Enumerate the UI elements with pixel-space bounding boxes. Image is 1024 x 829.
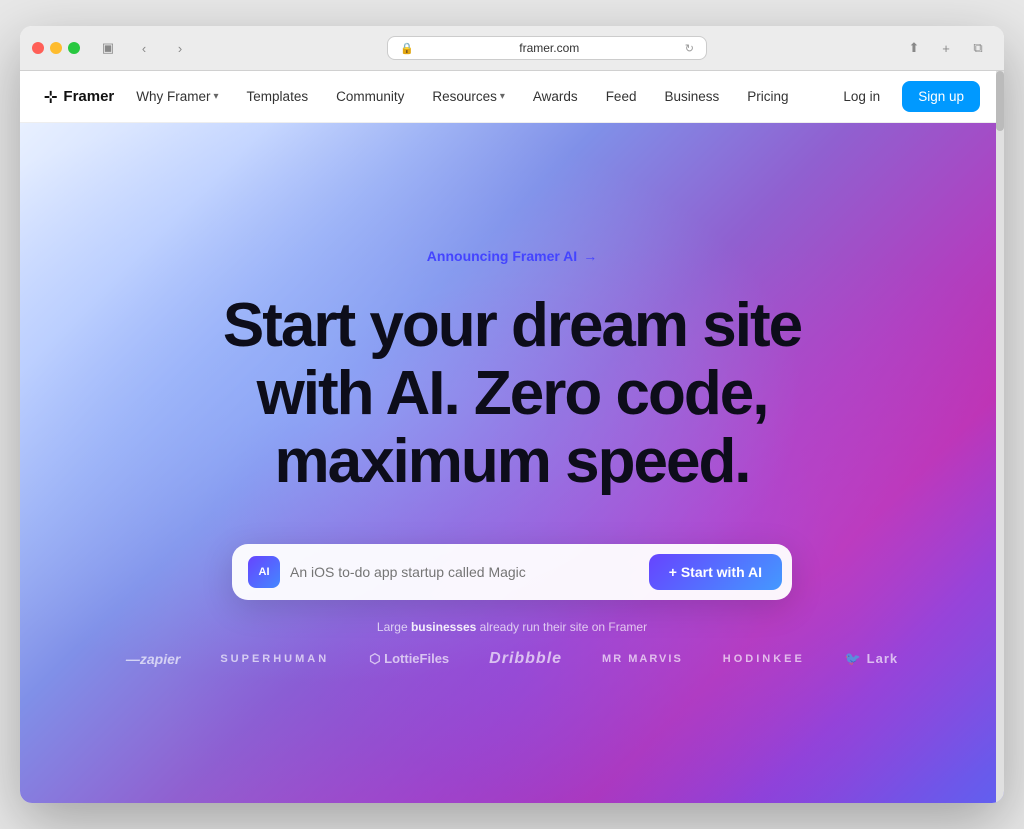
lock-icon: 🔒 (400, 42, 414, 55)
chevron-down-icon: ▾ (214, 91, 219, 102)
logo-mr-marvis: MR MARVIS (602, 653, 683, 665)
logos-label: Large businesses already run their site … (377, 620, 647, 634)
ai-badge: AI (248, 556, 280, 588)
browser-chrome: ▣ ‹ › 🔒 framer.com ↻ ⬆ + ⧉ (20, 26, 1004, 71)
url-text: framer.com (420, 41, 679, 55)
nav-links: Why Framer ▾ Templates Community Resourc… (122, 71, 829, 123)
announce-text: Announcing Framer AI (427, 248, 577, 264)
announce-banner[interactable]: Announcing Framer AI → (427, 248, 597, 264)
hero-title: Start your dream site with AI. Zero code… (223, 292, 801, 497)
nav-link-awards[interactable]: Awards (519, 71, 592, 123)
logo-superhuman: SUPERHUMAN (220, 653, 329, 665)
share-button[interactable]: ⬆ (900, 37, 928, 59)
nav-link-templates[interactable]: Templates (233, 71, 323, 123)
nav-link-resources[interactable]: Resources ▾ (418, 71, 519, 123)
login-button[interactable]: Log in (829, 82, 894, 111)
logo-lark: 🐦 Lark (845, 651, 898, 667)
nav-link-community[interactable]: Community (322, 71, 418, 123)
hero-input-wrapper: AI + Start with AI (232, 544, 792, 600)
chevron-down-icon: ▾ (500, 91, 505, 102)
logos-row: —zapier SUPERHUMAN ⬡ LottieFiles Dribbbl… (126, 650, 898, 668)
logo-text: Framer (63, 88, 114, 105)
back-button[interactable]: ‹ (130, 37, 158, 59)
nav-link-pricing[interactable]: Pricing (733, 71, 802, 123)
copy-tab-button[interactable]: ⧉ (964, 37, 992, 59)
traffic-lights (32, 42, 80, 54)
new-tab-button[interactable]: + (932, 37, 960, 59)
close-button[interactable] (32, 42, 44, 54)
nav-right: Log in Sign up (829, 81, 980, 112)
forward-button[interactable]: › (166, 37, 194, 59)
logo-link[interactable]: ⊹ Framer (44, 87, 114, 107)
navbar: ⊹ Framer Why Framer ▾ Templates Communit… (20, 71, 1004, 123)
address-bar-wrapper: 🔒 framer.com ↻ (202, 36, 892, 60)
browser-controls: ▣ ‹ › 🔒 framer.com ↻ ⬆ + ⧉ (32, 36, 992, 60)
hero-section: Announcing Framer AI → Start your dream … (20, 123, 1004, 803)
scrollbar-thumb[interactable] (996, 71, 1004, 131)
nav-link-why-framer[interactable]: Why Framer ▾ (122, 71, 232, 123)
window-icon[interactable]: ▣ (94, 37, 122, 59)
website-content: ⊹ Framer Why Framer ▾ Templates Communit… (20, 71, 1004, 803)
logos-bar: Large businesses already run their site … (44, 600, 980, 698)
nav-link-business[interactable]: Business (650, 71, 733, 123)
hero-content: Announcing Framer AI → Start your dream … (223, 248, 801, 601)
browser-window: ▣ ‹ › 🔒 framer.com ↻ ⬆ + ⧉ ⊹ Framer (20, 26, 1004, 803)
signup-button[interactable]: Sign up (902, 81, 980, 112)
logo-lottiefiles: ⬡ LottieFiles (369, 651, 449, 667)
start-with-ai-button[interactable]: + Start with AI (649, 554, 782, 590)
logo-zapier: —zapier (126, 651, 180, 667)
logo-dribbble: Dribbble (489, 650, 562, 668)
logo-icon: ⊹ (44, 87, 57, 107)
scrollbar[interactable] (996, 71, 1004, 803)
refresh-icon[interactable]: ↻ (685, 42, 694, 55)
browser-right-controls: ⬆ + ⧉ (900, 37, 992, 59)
minimize-button[interactable] (50, 42, 62, 54)
ai-prompt-input[interactable] (290, 564, 639, 580)
address-bar[interactable]: 🔒 framer.com ↻ (387, 36, 707, 60)
logo-hodinkee: HODINKEE (723, 653, 805, 665)
maximize-button[interactable] (68, 42, 80, 54)
nav-link-feed[interactable]: Feed (592, 71, 651, 123)
announce-arrow: → (583, 248, 597, 264)
